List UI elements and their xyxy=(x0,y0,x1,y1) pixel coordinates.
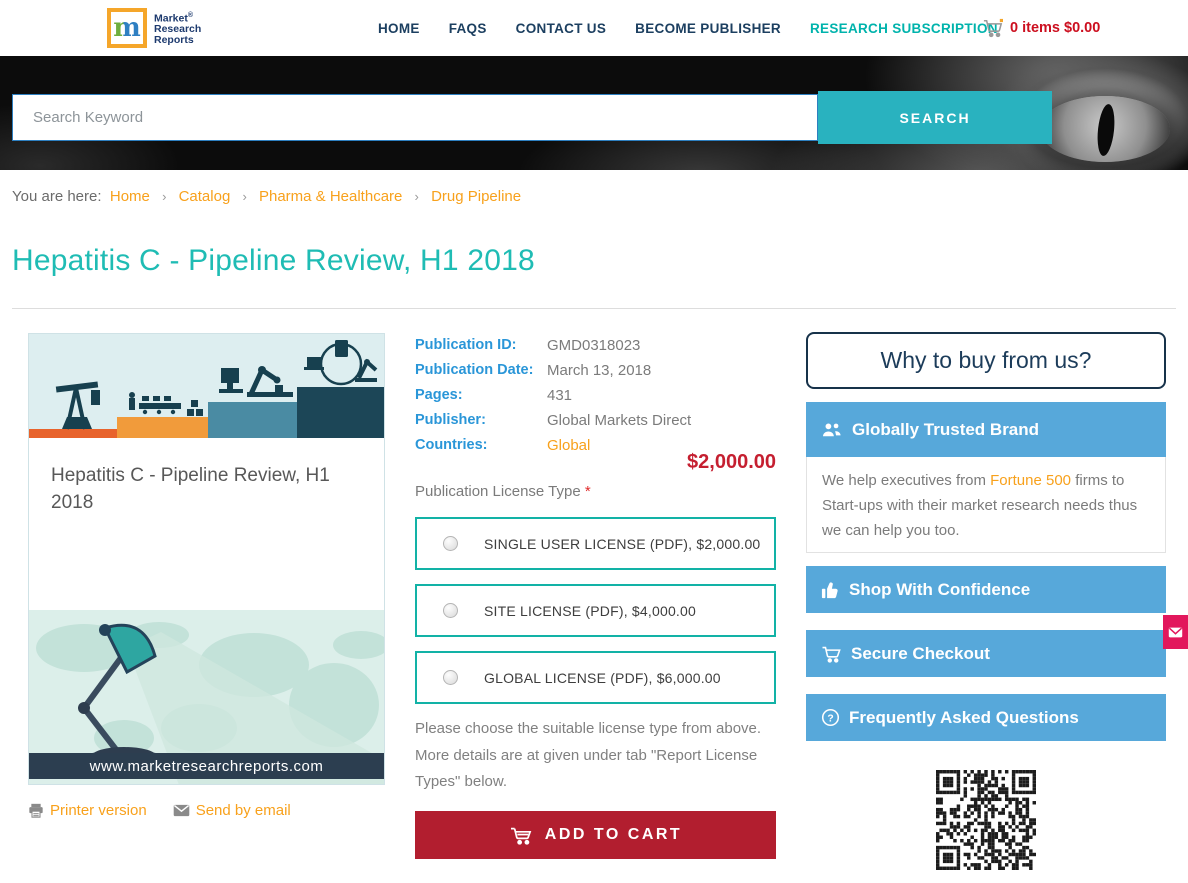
nav-faqs[interactable]: FAQS xyxy=(449,21,487,36)
svg-text:?: ? xyxy=(827,713,833,724)
users-icon xyxy=(821,421,843,439)
nav-contact-us[interactable]: CONTACT US xyxy=(516,21,607,36)
cat-eye-decoration xyxy=(1040,96,1170,162)
breadcrumb-home[interactable]: Home xyxy=(110,188,150,205)
logo-monogram: m xyxy=(113,15,141,41)
page: m Market® Research Reports HOME FAQS CON… xyxy=(0,0,1188,883)
sidebar-item-secure-checkout[interactable]: Secure Checkout xyxy=(806,630,1166,677)
detail-row: Publication ID: GMD0318023 xyxy=(415,333,776,358)
question-icon: ? xyxy=(821,708,840,727)
required-asterisk: * xyxy=(585,483,591,500)
why-buy-box: Why to buy from us? xyxy=(806,332,1166,389)
printer-version-link[interactable]: Printer version xyxy=(28,802,147,819)
divider xyxy=(12,308,1176,309)
search-banner: SEARCH xyxy=(0,56,1188,170)
detail-row: Pages: 431 xyxy=(415,383,776,408)
publisher-name: Global Markets Direct xyxy=(547,408,691,433)
cart-icon xyxy=(509,825,533,845)
breadcrumb-prefix: You are here: xyxy=(12,188,102,205)
cart-count-label: 0 items $0.00 xyxy=(1010,20,1100,36)
main-nav: HOME FAQS CONTACT US BECOME PUBLISHER RE… xyxy=(378,0,998,56)
nav-research-subscription[interactable]: RESEARCH SUBSCRIPTION xyxy=(810,21,998,36)
countries-link[interactable]: Global xyxy=(547,433,590,458)
send-by-email-link[interactable]: Send by email xyxy=(173,802,291,819)
breadcrumb-catalog[interactable]: Catalog xyxy=(179,188,231,205)
search-input[interactable] xyxy=(12,94,818,141)
publication-details: Publication ID: GMD0318023 Publication D… xyxy=(415,333,776,458)
email-feedback-tab[interactable] xyxy=(1163,615,1188,649)
license-option-single-user[interactable]: SINGLE USER LICENSE (PDF), $2,000.00 xyxy=(415,517,776,570)
radio-site[interactable] xyxy=(443,603,458,618)
add-to-cart-button[interactable]: ADD TO CART xyxy=(415,811,776,859)
publication-id: GMD0318023 xyxy=(547,333,640,358)
license-option-global[interactable]: GLOBAL LICENSE (PDF), $6,000.00 xyxy=(415,651,776,704)
industry-illustration xyxy=(29,334,384,438)
license-type-label: Publication License Type * xyxy=(415,483,591,500)
breadcrumb-pharma-healthcare[interactable]: Pharma & Healthcare xyxy=(259,188,402,205)
logo-wordmark: Market® Research Reports xyxy=(154,10,201,47)
license-note: Please choose the suitable license type … xyxy=(415,716,776,796)
email-icon xyxy=(173,804,190,817)
envelope-icon xyxy=(1168,627,1183,638)
qr-code xyxy=(936,770,1036,870)
nav-become-publisher[interactable]: BECOME PUBLISHER xyxy=(635,21,781,36)
sidebar-item-globally-trusted-brand[interactable]: Globally Trusted Brand xyxy=(806,402,1166,457)
detail-row: Publisher: Global Markets Direct xyxy=(415,408,776,433)
website-banner: www.marketresearchreports.com xyxy=(29,753,384,779)
cart-icon xyxy=(982,18,1004,38)
thumbs-up-icon xyxy=(821,581,840,599)
cart-icon xyxy=(821,645,842,663)
breadcrumb: You are here: Home › Catalog › Pharma & … xyxy=(12,188,521,205)
price: $2,000.00 xyxy=(687,451,776,474)
detail-row: Publication Date: March 13, 2018 xyxy=(415,358,776,383)
sidebar-item-faq[interactable]: ? Frequently Asked Questions xyxy=(806,694,1166,741)
radio-single-user[interactable] xyxy=(443,536,458,551)
lamp-illustration: www.marketresearchreports.com xyxy=(29,610,384,784)
publication-date: March 13, 2018 xyxy=(547,358,651,383)
printer-icon xyxy=(28,803,44,818)
radio-global[interactable] xyxy=(443,670,458,685)
cart-status[interactable]: 0 items $0.00 xyxy=(982,0,1100,56)
site-logo[interactable]: m Market® Research Reports xyxy=(107,8,201,48)
license-option-site[interactable]: SITE LICENSE (PDF), $4,000.00 xyxy=(415,584,776,637)
search-button[interactable]: SEARCH xyxy=(818,91,1052,144)
trusted-brand-text: We help executives from Fortune 500 firm… xyxy=(806,457,1166,553)
top-bar: m Market® Research Reports HOME FAQS CON… xyxy=(0,0,1188,56)
sidebar-item-shop-with-confidence[interactable]: Shop With Confidence xyxy=(806,566,1166,613)
page-title: Hepatitis C - Pipeline Review, H1 2018 xyxy=(12,244,535,278)
product-actions: Printer version Send by email xyxy=(28,802,291,819)
fortune-500-link[interactable]: Fortune 500 xyxy=(990,472,1071,489)
cover-title: Hepatitis C - Pipeline Review, H1 2018 xyxy=(29,438,384,610)
pages-count: 431 xyxy=(547,383,572,408)
nav-home[interactable]: HOME xyxy=(378,21,420,36)
product-cover-image: Hepatitis C - Pipeline Review, H1 2018 xyxy=(28,333,385,785)
logo-mark: m xyxy=(107,8,147,48)
breadcrumb-drug-pipeline[interactable]: Drug Pipeline xyxy=(431,188,521,205)
